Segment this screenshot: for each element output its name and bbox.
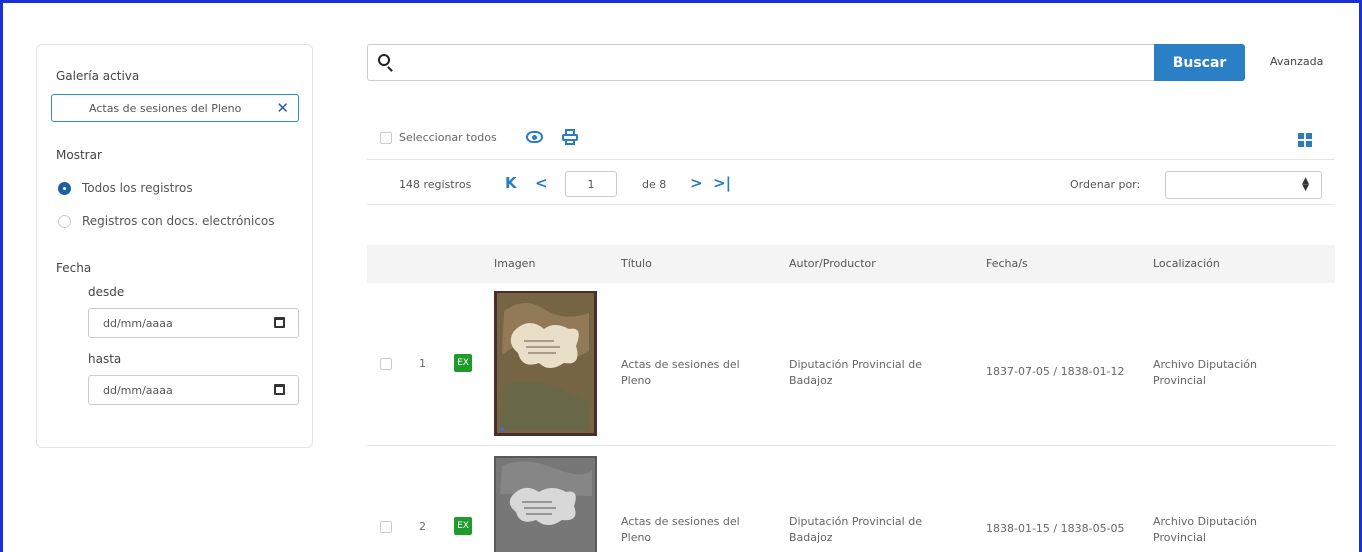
row-dates: 1837-07-05 / 1838-01-12 [986, 365, 1125, 378]
records-count: 148 registros [399, 178, 472, 191]
search-bar [367, 44, 1155, 81]
row-number: 1 [419, 357, 426, 370]
active-gallery-chip: Actas de sesiones del Pleno ✕ [51, 94, 299, 122]
document-thumbnail[interactable] [494, 456, 597, 552]
calendar-icon[interactable] [274, 384, 285, 395]
order-by-label: Ordenar por: [1070, 178, 1141, 191]
document-thumbnail[interactable] [494, 291, 597, 436]
search-button[interactable]: Buscar [1154, 44, 1245, 81]
active-gallery-value: Actas de sesiones del Pleno [89, 102, 242, 115]
grid-view-icon[interactable] [1298, 133, 1312, 147]
row-checkbox[interactable] [380, 521, 392, 533]
divider [367, 159, 1335, 160]
calendar-icon[interactable] [274, 317, 285, 328]
to-label: hasta [88, 352, 122, 366]
close-icon[interactable]: ✕ [276, 99, 289, 117]
sort-arrows-icon: ▲ ▼ [1302, 176, 1309, 193]
date-to-placeholder: dd/mm/aaaa [103, 384, 173, 397]
select-all-checkbox[interactable] [380, 131, 392, 144]
order-by-select[interactable]: ▲ ▼ [1165, 171, 1322, 199]
next-page-icon[interactable]: > [690, 174, 703, 192]
page-total: de 8 [642, 178, 667, 191]
filter-sidebar: Galería activa Actas de sesiones del Ple… [36, 44, 313, 448]
date-to-input[interactable]: dd/mm/aaaa [88, 375, 299, 405]
ex-badge: EX [454, 354, 472, 372]
advanced-search-link[interactable]: Avanzada [1270, 55, 1323, 68]
page-number-field[interactable] [565, 171, 617, 197]
print-icon[interactable] [562, 129, 578, 145]
row-dates: 1838-01-15 / 1838-05-05 [986, 522, 1125, 535]
radio-electronic-docs[interactable]: Registros con docs. electrónicos [58, 212, 275, 230]
date-label: Fecha [56, 261, 92, 275]
row-location: Archivo Diputación Provincial [1153, 358, 1257, 387]
show-label: Mostrar [56, 148, 102, 162]
row-author: Diputación Provincial de Badajoz [789, 358, 922, 387]
column-header-title[interactable]: Título [621, 257, 652, 270]
column-header-dates[interactable]: Fecha/s [986, 257, 1028, 270]
row-title[interactable]: Actas de sesiones del Pleno [621, 514, 751, 546]
date-from-placeholder: dd/mm/aaaa [103, 317, 173, 330]
prev-page-icon[interactable]: < [535, 174, 548, 192]
radio-button[interactable] [58, 214, 71, 228]
last-page-icon[interactable]: >| [713, 174, 731, 192]
page-number-input[interactable] [566, 172, 616, 196]
column-header-image[interactable]: Imagen [494, 257, 535, 270]
search-icon [378, 54, 390, 66]
eye-icon[interactable] [526, 131, 543, 143]
column-header-author[interactable]: Autor/Productor [789, 257, 876, 270]
date-from-input[interactable]: dd/mm/aaaa [88, 308, 299, 338]
select-all-label: Seleccionar todos [399, 131, 497, 144]
search-input[interactable] [402, 51, 1142, 75]
row-checkbox[interactable] [380, 358, 392, 370]
select-all[interactable]: Seleccionar todos [380, 131, 497, 144]
row-title[interactable]: Actas de sesiones del Pleno [621, 357, 751, 389]
gallery-label: Galería activa [56, 69, 140, 83]
from-label: desde [88, 285, 125, 299]
radio-all-records[interactable]: Todos los registros [58, 179, 193, 197]
radio-all-records-label: Todos los registros [82, 181, 193, 195]
divider [367, 204, 1335, 205]
radio-button-selected[interactable] [58, 181, 71, 195]
row-location: Archivo Diputación Provincial [1153, 515, 1257, 544]
row-number: 2 [419, 520, 426, 533]
ex-badge: EX [454, 517, 472, 535]
column-header-location[interactable]: Localización [1153, 257, 1220, 270]
radio-electronic-docs-label: Registros con docs. electrónicos [82, 214, 275, 228]
row-author: Diputación Provincial de Badajoz [789, 515, 922, 544]
first-page-icon[interactable]: K [505, 174, 517, 192]
